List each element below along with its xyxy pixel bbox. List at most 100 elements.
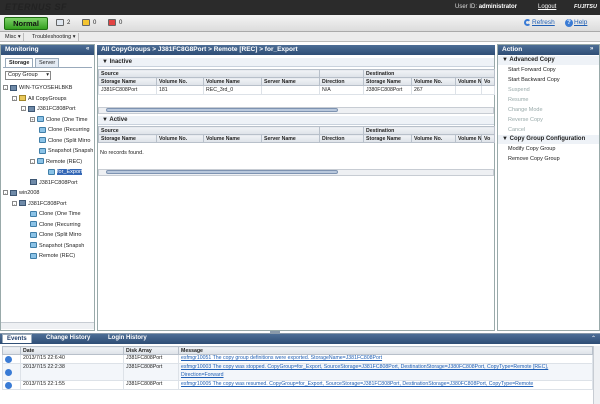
collapse-icon[interactable]: « xyxy=(86,46,89,52)
tree-item[interactable]: Snapshot (Snapsh xyxy=(3,146,94,157)
tree-item-label: Clone (Recurring xyxy=(39,221,81,228)
expand-toggle-icon[interactable]: + xyxy=(30,116,35,122)
column-header[interactable]: Storage Name xyxy=(363,134,413,143)
logout-link[interactable]: Logout xyxy=(538,4,556,10)
breadcrumb: All CopyGroups > J381FC8G8Port > Remote … xyxy=(97,45,495,55)
tab-events[interactable]: Events xyxy=(2,334,32,343)
tree-item[interactable]: - Remote (REC) xyxy=(3,157,94,168)
copy-icon xyxy=(37,116,44,123)
column-header[interactable]: Server Name xyxy=(260,77,321,86)
col-disk-array[interactable]: Disk Array xyxy=(123,346,179,355)
tree-item[interactable]: - All CopyGroups xyxy=(3,94,94,105)
status-count-info[interactable]: 2 xyxy=(56,19,70,28)
collapse-icon[interactable]: ⌃ xyxy=(591,335,596,342)
tree-item[interactable]: + Clone (One Time xyxy=(3,115,94,126)
tab-server[interactable]: Server xyxy=(35,58,60,67)
copy-group-select[interactable]: Copy Group ▾ xyxy=(5,71,51,80)
table-row[interactable]: 2013/7/15 22:1:55 J381FC808Port esfmgr1000… xyxy=(2,380,593,390)
collapse-toggle-icon[interactable]: - xyxy=(30,158,35,164)
copy-icon xyxy=(30,242,37,249)
info-icon xyxy=(5,368,12,376)
action-item: Change Mode xyxy=(508,107,543,113)
copy-icon xyxy=(37,158,44,165)
tree-item[interactable]: Clone (One Time xyxy=(3,209,94,220)
table-cell: 181 xyxy=(156,85,204,95)
action-item[interactable]: Remove Copy Group xyxy=(498,154,599,164)
menu-troubleshooting[interactable]: Troubleshooting ▾ xyxy=(30,33,79,41)
column-header[interactable]: Volume Name xyxy=(455,77,483,86)
tree-item[interactable]: J381FC808Port xyxy=(3,178,94,189)
tree-scrollbar[interactable] xyxy=(1,322,94,329)
event-message[interactable]: esfmgr10003 The copy was stopped. CopyGr… xyxy=(178,363,593,381)
action-item[interactable]: Start Forward Copy xyxy=(498,65,599,75)
tree-item-label: Snapshot (Snapsh xyxy=(39,242,85,249)
tree-item[interactable]: - J381FC808Port xyxy=(3,104,94,115)
event-message[interactable]: esfmgr10051 The copy group definitions w… xyxy=(178,354,593,364)
tree-item[interactable]: Snapshot (Snapsh xyxy=(3,241,94,252)
tree-item[interactable]: Clone (Recurring xyxy=(3,125,94,136)
column-header[interactable]: Volume No. xyxy=(411,77,457,86)
scroll-thumb[interactable] xyxy=(106,108,338,112)
tree-item[interactable]: Remote (REC) xyxy=(3,251,94,262)
column-header[interactable]: Storage Name xyxy=(363,77,413,86)
tab-change-history[interactable]: Change History xyxy=(42,334,94,343)
tab-login-history[interactable]: Login History xyxy=(104,334,151,343)
tree-item[interactable]: - WIN-TGYOSEHLBKB xyxy=(3,83,94,94)
collapse-toggle-icon[interactable]: - xyxy=(3,85,8,91)
error-icon xyxy=(108,19,116,26)
menu-misc[interactable]: Misc ▾ xyxy=(3,33,24,41)
column-header[interactable]: Storage Name xyxy=(98,77,157,86)
collapse-toggle-icon[interactable]: - xyxy=(12,95,17,101)
tree-item-label: Remote (REC) xyxy=(39,253,76,259)
tab-storage[interactable]: Storage xyxy=(5,58,34,67)
column-header[interactable]: Volume No. xyxy=(411,134,457,143)
action-item[interactable]: Modify Copy Group xyxy=(498,144,599,154)
column-header[interactable]: Volume No. xyxy=(156,77,204,86)
tree-item[interactable]: Clone (Recurring xyxy=(3,220,94,231)
events-scrollbar[interactable] xyxy=(593,346,600,404)
scroll-thumb[interactable] xyxy=(106,170,338,174)
tree-item[interactable]: Clone (Split Mirro xyxy=(3,230,94,241)
event-message[interactable]: esfmgr10005 The copy was resumed. CopyGr… xyxy=(178,380,593,390)
tree-item[interactable]: - J381FC808Port xyxy=(3,199,94,210)
column-header[interactable]: Volume Name xyxy=(455,134,483,143)
action-item: Cancel xyxy=(508,127,526,133)
table-cell: J381FC808Port xyxy=(98,85,157,95)
column-header[interactable]: Volume No. xyxy=(156,134,204,143)
column-header[interactable]: Vo xyxy=(481,134,496,143)
column-header[interactable]: Volume Name xyxy=(203,77,262,86)
tree-item[interactable]: for_Export xyxy=(3,167,94,178)
action-group-header[interactable]: ▼ Copy Group Configuration xyxy=(498,135,599,144)
table-cell: 267 xyxy=(411,85,457,95)
collapse-icon[interactable]: » xyxy=(590,46,593,52)
action-group-header[interactable]: ▼ Advanced Copy xyxy=(498,56,599,65)
column-header[interactable]: Direction xyxy=(319,77,365,86)
collapse-toggle-icon[interactable]: - xyxy=(3,190,8,196)
refresh-icon[interactable] xyxy=(524,19,531,26)
status-count-error[interactable]: 0 xyxy=(108,19,122,28)
active-section[interactable]: ▼ Active xyxy=(98,116,494,125)
inactive-section[interactable]: ▼ Inactive xyxy=(98,58,494,67)
column-header[interactable]: Server Name xyxy=(260,134,321,143)
tree-item[interactable]: Clone (Split Mirro xyxy=(3,136,94,147)
col-message[interactable]: Message xyxy=(178,346,593,355)
table-cell xyxy=(455,85,483,95)
column-header[interactable]: Direction xyxy=(319,134,365,143)
column-header[interactable]: Storage Name xyxy=(98,134,157,143)
collapse-toggle-icon[interactable]: - xyxy=(12,200,17,206)
server-icon xyxy=(10,189,17,196)
tree-item[interactable]: - win2008 xyxy=(3,188,94,199)
refresh-link[interactable]: Refresh xyxy=(532,19,555,26)
collapse-toggle-icon[interactable]: - xyxy=(21,106,26,112)
column-header[interactable]: Volume Name xyxy=(203,134,262,143)
table-row[interactable]: J381FC808Port 181 REC_3rd_0 N/A J380FC808Por… xyxy=(98,85,496,95)
tree-item-label: Clone (Split Mirro xyxy=(39,232,82,238)
col-date[interactable]: Date xyxy=(20,346,124,355)
column-header[interactable]: Vo xyxy=(481,77,496,86)
system-status-button[interactable]: Normal xyxy=(4,17,48,30)
help-link[interactable]: Help xyxy=(574,19,587,26)
status-count-warning[interactable]: 0 xyxy=(82,19,96,28)
action-item[interactable]: Start Backward Copy xyxy=(498,75,599,85)
table-row[interactable]: 2013/7/15 22:2:38 J381FC808Port esfmgr1000… xyxy=(2,363,593,381)
table-row[interactable]: 2013/7/15 22:6:40 J381FC808Port esfmgr1005… xyxy=(2,354,593,364)
